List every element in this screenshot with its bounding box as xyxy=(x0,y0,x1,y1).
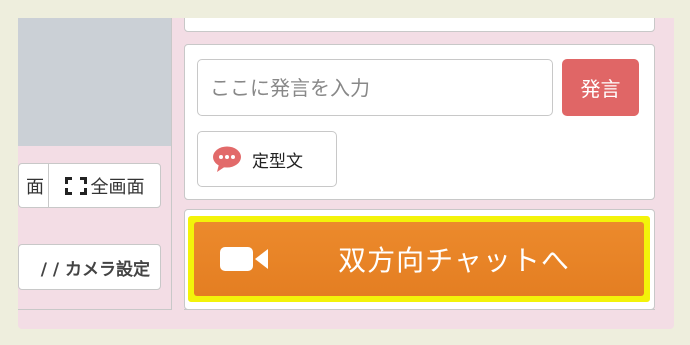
chat-input-panel: 発言 定型文 xyxy=(184,44,655,200)
view-mode-buttons: 面 全画面 xyxy=(18,163,161,208)
template-button[interactable]: 定型文 xyxy=(197,131,337,187)
divider xyxy=(184,309,655,310)
bidirectional-button-face: 双方向チャットへ xyxy=(194,222,644,296)
video-preview xyxy=(18,18,171,146)
fullscreen-button[interactable]: 全画面 xyxy=(49,164,160,207)
divider xyxy=(171,18,172,310)
message-input[interactable] xyxy=(197,59,553,116)
bidirectional-label: 双方向チャットへ xyxy=(338,244,570,277)
speech-bubble-icon xyxy=(213,146,241,172)
message-log-panel xyxy=(184,18,655,32)
camera-settings-button[interactable]: / / カメラ設定 xyxy=(18,244,161,290)
chat-window: 面 全画面 / / カメラ設定 発言 定型文 xyxy=(18,18,674,329)
fullscreen-icon xyxy=(64,176,87,195)
fullscreen-label: 全画面 xyxy=(90,176,145,198)
send-label: 発言 xyxy=(580,79,621,101)
view-mode-button[interactable]: 面 xyxy=(19,164,49,207)
send-button[interactable]: 発言 xyxy=(562,59,639,116)
template-label: 定型文 xyxy=(252,151,303,172)
divider xyxy=(18,309,172,310)
bidirectional-panel: 双方向チャットへ xyxy=(184,209,655,310)
camera-settings-label: / / カメラ設定 xyxy=(40,259,150,280)
bidirectional-chat-button[interactable]: 双方向チャットへ xyxy=(188,216,650,302)
view-mode-label: 面 xyxy=(26,176,44,198)
